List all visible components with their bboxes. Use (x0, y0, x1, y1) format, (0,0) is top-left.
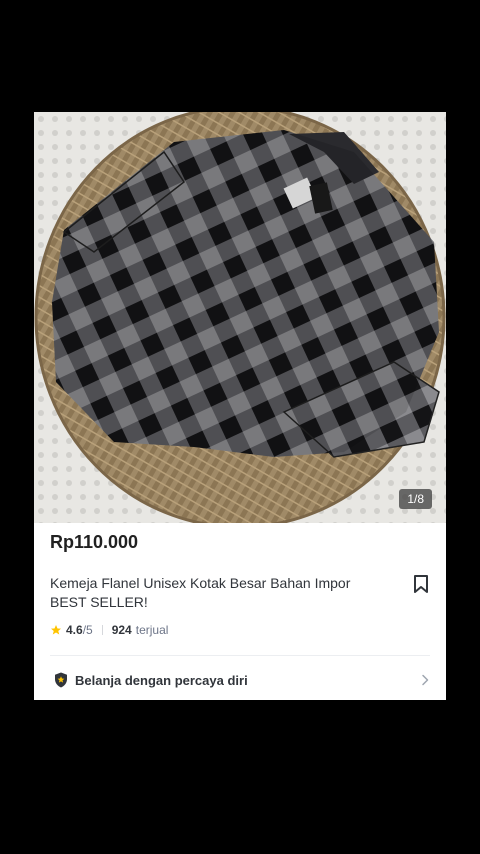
chevron-right-icon (422, 674, 429, 686)
product-title: Kemeja Flanel Unisex Kotak Besar Bahan I… (50, 575, 351, 610)
rating-row: 4.6 /5 924 terjual (50, 623, 168, 637)
product-image[interactable]: 1/8 (34, 112, 446, 523)
shield-icon (55, 672, 67, 688)
rating-max: /5 (82, 623, 93, 637)
trust-banner[interactable]: Belanja dengan percaya diri (50, 668, 430, 692)
rating-separator (101, 625, 103, 635)
bookmark-icon[interactable] (412, 574, 430, 594)
rating-value: 4.6 (66, 623, 83, 637)
product-card: 1/8 Rp110.000 Kemeja Flanel Unisex Kotak… (34, 112, 446, 700)
sold-count: 924 (111, 623, 132, 637)
star-icon (51, 625, 61, 635)
product-price: Rp110.000 (50, 532, 139, 552)
image-counter: 1/8 (399, 489, 432, 509)
sold-label: terjual (135, 623, 169, 637)
product-photo (34, 112, 446, 523)
divider (50, 655, 430, 656)
trust-label: Belanja dengan percaya diri (75, 672, 248, 688)
